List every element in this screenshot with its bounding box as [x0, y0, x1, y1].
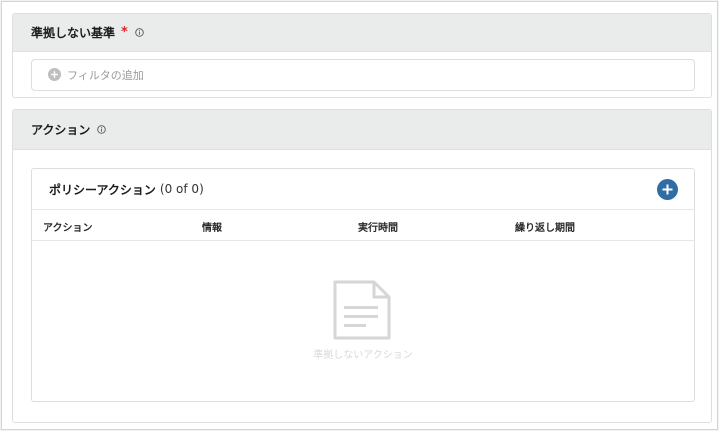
info-circle-icon[interactable] — [97, 125, 107, 134]
noncompliance-criteria-panel: 準拠しない基準 * フィルタの追加 — [12, 13, 712, 98]
policy-actions-title: ポリシーアクション — [49, 182, 156, 197]
column-header-execution-time[interactable]: 実行時間 — [358, 219, 398, 234]
document-icon — [332, 279, 392, 345]
column-header-repeat-period[interactable]: 繰り返し期間 — [515, 219, 575, 234]
actions-header: アクション — [13, 110, 711, 150]
criteria-header: 準拠しない基準 * — [13, 14, 711, 52]
policy-actions-header: ポリシーアクション (0 of 0) — [32, 169, 694, 210]
column-header-action[interactable]: アクション — [43, 219, 93, 234]
policy-actions-count: (0 of 0) — [159, 182, 204, 196]
table-header: アクション 情報 実行時間 繰り返し期間 — [32, 210, 694, 241]
empty-state-text: 準拠しないアクション — [313, 350, 413, 361]
actions-panel: アクション ポリシーアクション (0 of 0) アクション 情報 実行時間 繰… — [12, 109, 712, 423]
plus-icon — [662, 184, 673, 195]
empty-state: 準拠しないアクション — [32, 242, 694, 401]
page-frame: 準拠しない基準 * フィルタの追加 アクション ポリシーアクション (0 of … — [1, 1, 718, 430]
column-header-info[interactable]: 情報 — [202, 219, 222, 234]
criteria-title: 準拠しない基準 — [31, 26, 116, 40]
plus-circle-icon — [48, 66, 61, 85]
policy-actions-card: ポリシーアクション (0 of 0) アクション 情報 実行時間 繰り返し期間 — [31, 168, 695, 402]
required-asterisk: * — [121, 25, 128, 40]
add-filter-label: フィルタの追加 — [67, 69, 144, 82]
actions-title: アクション — [31, 123, 91, 137]
info-circle-icon[interactable] — [135, 28, 144, 37]
add-action-button[interactable] — [657, 179, 678, 200]
add-filter-button[interactable]: フィルタの追加 — [31, 59, 695, 91]
